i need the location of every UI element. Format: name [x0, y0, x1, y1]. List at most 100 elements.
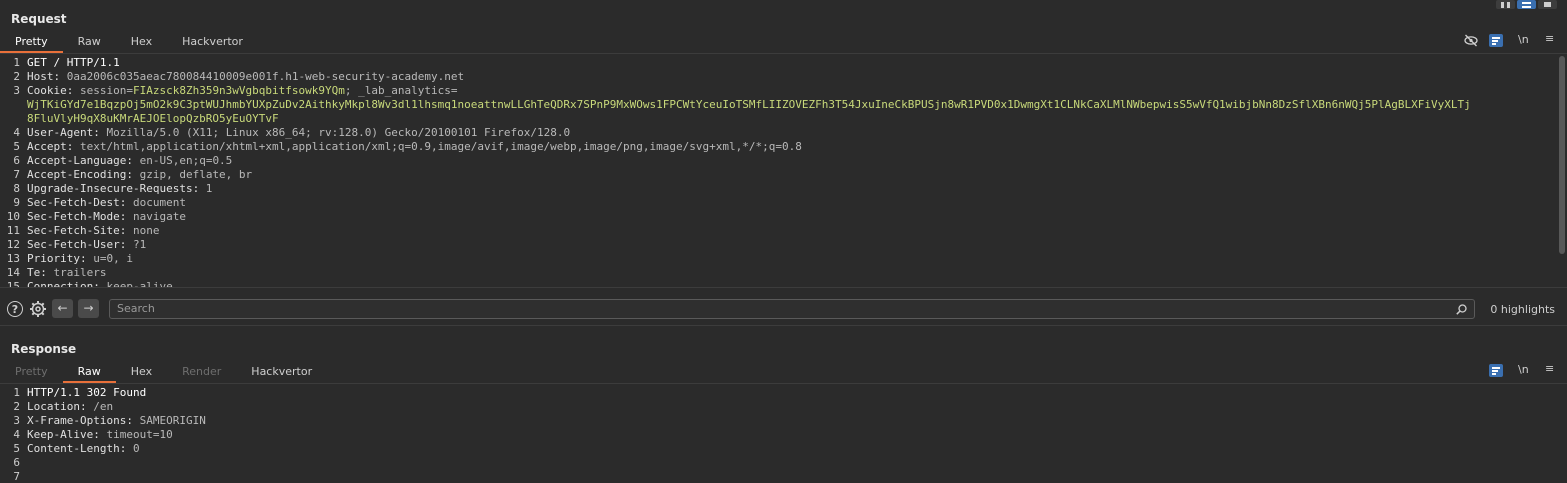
header-name: HTTP/1.1 302 Found [27, 386, 147, 399]
request-tab-raw[interactable]: Raw [63, 31, 116, 53]
menu-icon[interactable]: ≡ [1545, 32, 1554, 45]
highlights-count: 0 highlights [1490, 303, 1555, 316]
header-name: Te: [27, 266, 47, 279]
request-tab-hackvertor[interactable]: Hackvertor [167, 31, 258, 53]
header-value: Mozilla/5.0 (X11; Linux x86_64; rv:128.0… [99, 126, 571, 139]
editor-line: 6 Accept-Language: en-US,en;q=0.5 [0, 154, 1558, 168]
header-name: Priority: [27, 252, 87, 265]
response-tab-pretty[interactable]: Pretty [0, 361, 63, 383]
header-value: gzip, deflate, br [132, 168, 253, 181]
line-number: 11 [6, 224, 20, 237]
line-number: 14 [6, 266, 20, 279]
header-value: /en [86, 400, 114, 413]
line-content: X-Frame-Options: SAMEORIGIN [27, 414, 206, 428]
response-editor[interactable]: 1 HTTP/1.1 302 Found 2 Location: /en 3 X-Fram… [0, 386, 1558, 483]
editor-line: 1 GET / HTTP/1.1 [0, 56, 1558, 70]
cookie-value: FIAzsck8Zh359n3wVgbqbitfsowk9YQm [132, 84, 345, 97]
editor-line: 10 Sec-Fetch-Mode: navigate [0, 210, 1558, 224]
request-tab-pretty[interactable]: Pretty [0, 31, 63, 53]
eye-off-icon[interactable] [1464, 34, 1478, 47]
response-tab-raw[interactable]: Raw [62, 361, 116, 383]
header-value: trailers [46, 266, 107, 279]
line-number: 10 [6, 210, 20, 223]
header-name: Host: [27, 70, 61, 83]
editor-line: 11 Sec-Fetch-Site: none [0, 224, 1558, 238]
search-input[interactable] [117, 302, 1417, 315]
line-number: 9 [13, 196, 20, 209]
response-tabs: Pretty Raw Hex Render Hackvertor [0, 361, 327, 383]
request-scrollbar[interactable] [1559, 56, 1565, 254]
header-value: none [126, 224, 160, 237]
response-tab-hackvertor[interactable]: Hackvertor [236, 361, 327, 383]
header-value: 0 [126, 442, 140, 455]
split-horizontal-icon[interactable] [1517, 0, 1536, 9]
header-value: SAMEORIGIN [132, 414, 206, 427]
editor-line: 5 Content-Length: 0 [0, 442, 1558, 456]
editor-line: 7 Accept-Encoding: gzip, deflate, br [0, 168, 1558, 182]
single-pane-icon[interactable] [1538, 0, 1557, 9]
editor-line: 4 Keep-Alive: timeout=10 [0, 428, 1558, 442]
newline-icon[interactable]: \n [1518, 33, 1529, 46]
editor-line: 2 Host: 0aa2006c035aeac780084410009e001f.… [0, 70, 1558, 84]
request-tabs: Pretty Raw Hex Hackvertor [0, 31, 258, 53]
response-tab-hex[interactable]: Hex [116, 361, 167, 383]
header-value: ?1 [126, 238, 147, 251]
word-wrap-icon[interactable] [1489, 364, 1503, 377]
line-content: User-Agent: Mozilla/5.0 (X11; Linux x86_… [27, 126, 570, 140]
editor-line: 12 Sec-Fetch-User: ?1 [0, 238, 1558, 252]
settings-icon[interactable] [29, 300, 47, 318]
request-tab-hex[interactable]: Hex [116, 31, 167, 53]
header-value: keep-alive [99, 280, 173, 287]
editor-line: 2 Location: /en [0, 400, 1558, 414]
line-number: 7 [13, 470, 20, 483]
search-icon[interactable] [1456, 304, 1467, 315]
request-bottom-divider [0, 287, 1567, 288]
header-value: ; _lab_analytics= [344, 84, 458, 97]
response-tab-render[interactable]: Render [167, 361, 236, 383]
header-value: text/html,application/xhtml+xml,applicat… [73, 140, 802, 153]
response-tab-divider [0, 383, 1567, 384]
header-name: Sec-Fetch-Dest: [27, 196, 127, 209]
header-name: GET / HTTP/1.1 [27, 56, 120, 69]
header-name: Sec-Fetch-User: [27, 238, 127, 251]
search-field [109, 299, 1475, 319]
editor-line: 5 Accept: text/html,application/xhtml+xml… [0, 140, 1558, 154]
editor-line: 13 Priority: u=0, i [0, 252, 1558, 266]
header-name: Sec-Fetch-Site: [27, 224, 127, 237]
line-content: Keep-Alive: timeout=10 [27, 428, 173, 442]
request-editor[interactable]: 1 GET / HTTP/1.1 2 Host: 0aa2006c035aeac780… [0, 56, 1558, 287]
split-vertical-icon[interactable] [1496, 0, 1515, 9]
line-number: 1 [13, 56, 20, 69]
line-number: 2 [13, 400, 20, 413]
header-name: Accept-Language: [27, 154, 133, 167]
line-number: 5 [13, 140, 20, 153]
request-title: Request [11, 12, 67, 26]
line-content: Priority: u=0, i [27, 252, 133, 266]
line-content: Sec-Fetch-Mode: navigate [27, 210, 186, 224]
request-tab-divider [0, 53, 1567, 54]
line-content: Connection: keep-alive [27, 280, 173, 287]
menu-icon[interactable]: ≡ [1545, 362, 1554, 375]
line-content: Accept: text/html,application/xhtml+xml,… [27, 140, 802, 154]
line-content: Sec-Fetch-Dest: document [27, 196, 186, 210]
line-content: HTTP/1.1 302 Found [27, 386, 146, 400]
line-number: 4 [13, 126, 20, 139]
header-name: Upgrade-Insecure-Requests: [27, 182, 200, 195]
editor-line: 1 HTTP/1.1 302 Found [0, 386, 1558, 400]
layout-toggle-group [1496, 0, 1557, 9]
line-number: 15 [6, 280, 20, 287]
header-name: X-Frame-Options: [27, 414, 133, 427]
newline-icon[interactable]: \n [1518, 363, 1529, 376]
help-icon[interactable]: ? [7, 301, 23, 317]
line-number: 6 [13, 456, 20, 469]
line-number: 3 [13, 84, 20, 97]
header-name: Sec-Fetch-Mode: [27, 210, 127, 223]
line-content: Sec-Fetch-Site: none [27, 224, 159, 238]
line-number: 5 [13, 442, 20, 455]
line-content: Cookie: session=FIAzsck8Zh359n3wVgbqbitf… [27, 84, 457, 98]
arrow-left-icon[interactable]: ← [52, 299, 73, 318]
arrow-right-icon[interactable]: → [78, 299, 99, 318]
word-wrap-icon[interactable] [1489, 34, 1503, 47]
line-content: GET / HTTP/1.1 [27, 56, 120, 70]
header-name: Cookie: [27, 84, 74, 97]
